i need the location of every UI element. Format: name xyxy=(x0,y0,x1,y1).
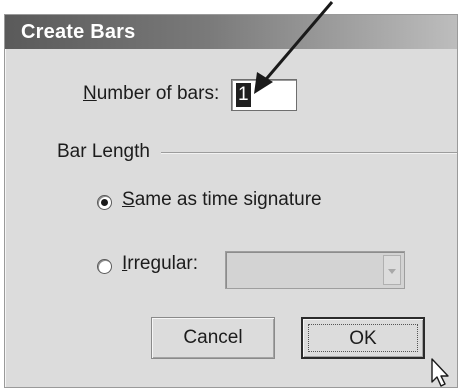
title-bar: Create Bars xyxy=(5,15,457,49)
number-of-bars-input[interactable]: 1 xyxy=(231,79,297,111)
irregular-label[interactable]: Irregular: xyxy=(122,253,198,275)
cancel-button[interactable]: Cancel xyxy=(151,317,275,359)
ok-button[interactable]: OK xyxy=(301,317,425,359)
chevron-down-icon xyxy=(388,269,396,274)
irregular-dropdown[interactable] xyxy=(225,251,405,289)
dropdown-button[interactable] xyxy=(383,255,401,285)
focus-rect xyxy=(308,324,418,352)
mouse-cursor-icon xyxy=(431,358,449,387)
bar-length-group-label: Bar Length xyxy=(57,141,150,162)
radio-selected-dot xyxy=(101,199,108,206)
group-divider xyxy=(161,152,457,154)
number-of-bars-value: 1 xyxy=(236,83,251,107)
number-of-bars-label: Number of bars: xyxy=(83,83,220,104)
create-bars-dialog: Create Bars Number of bars: 1 Bar Length… xyxy=(4,14,458,388)
same-as-time-signature-label[interactable]: Same as time signature xyxy=(122,189,322,211)
dialog-title: Create Bars xyxy=(21,21,136,43)
irregular-radio[interactable] xyxy=(97,259,112,274)
same-as-time-signature-radio[interactable] xyxy=(97,195,112,210)
